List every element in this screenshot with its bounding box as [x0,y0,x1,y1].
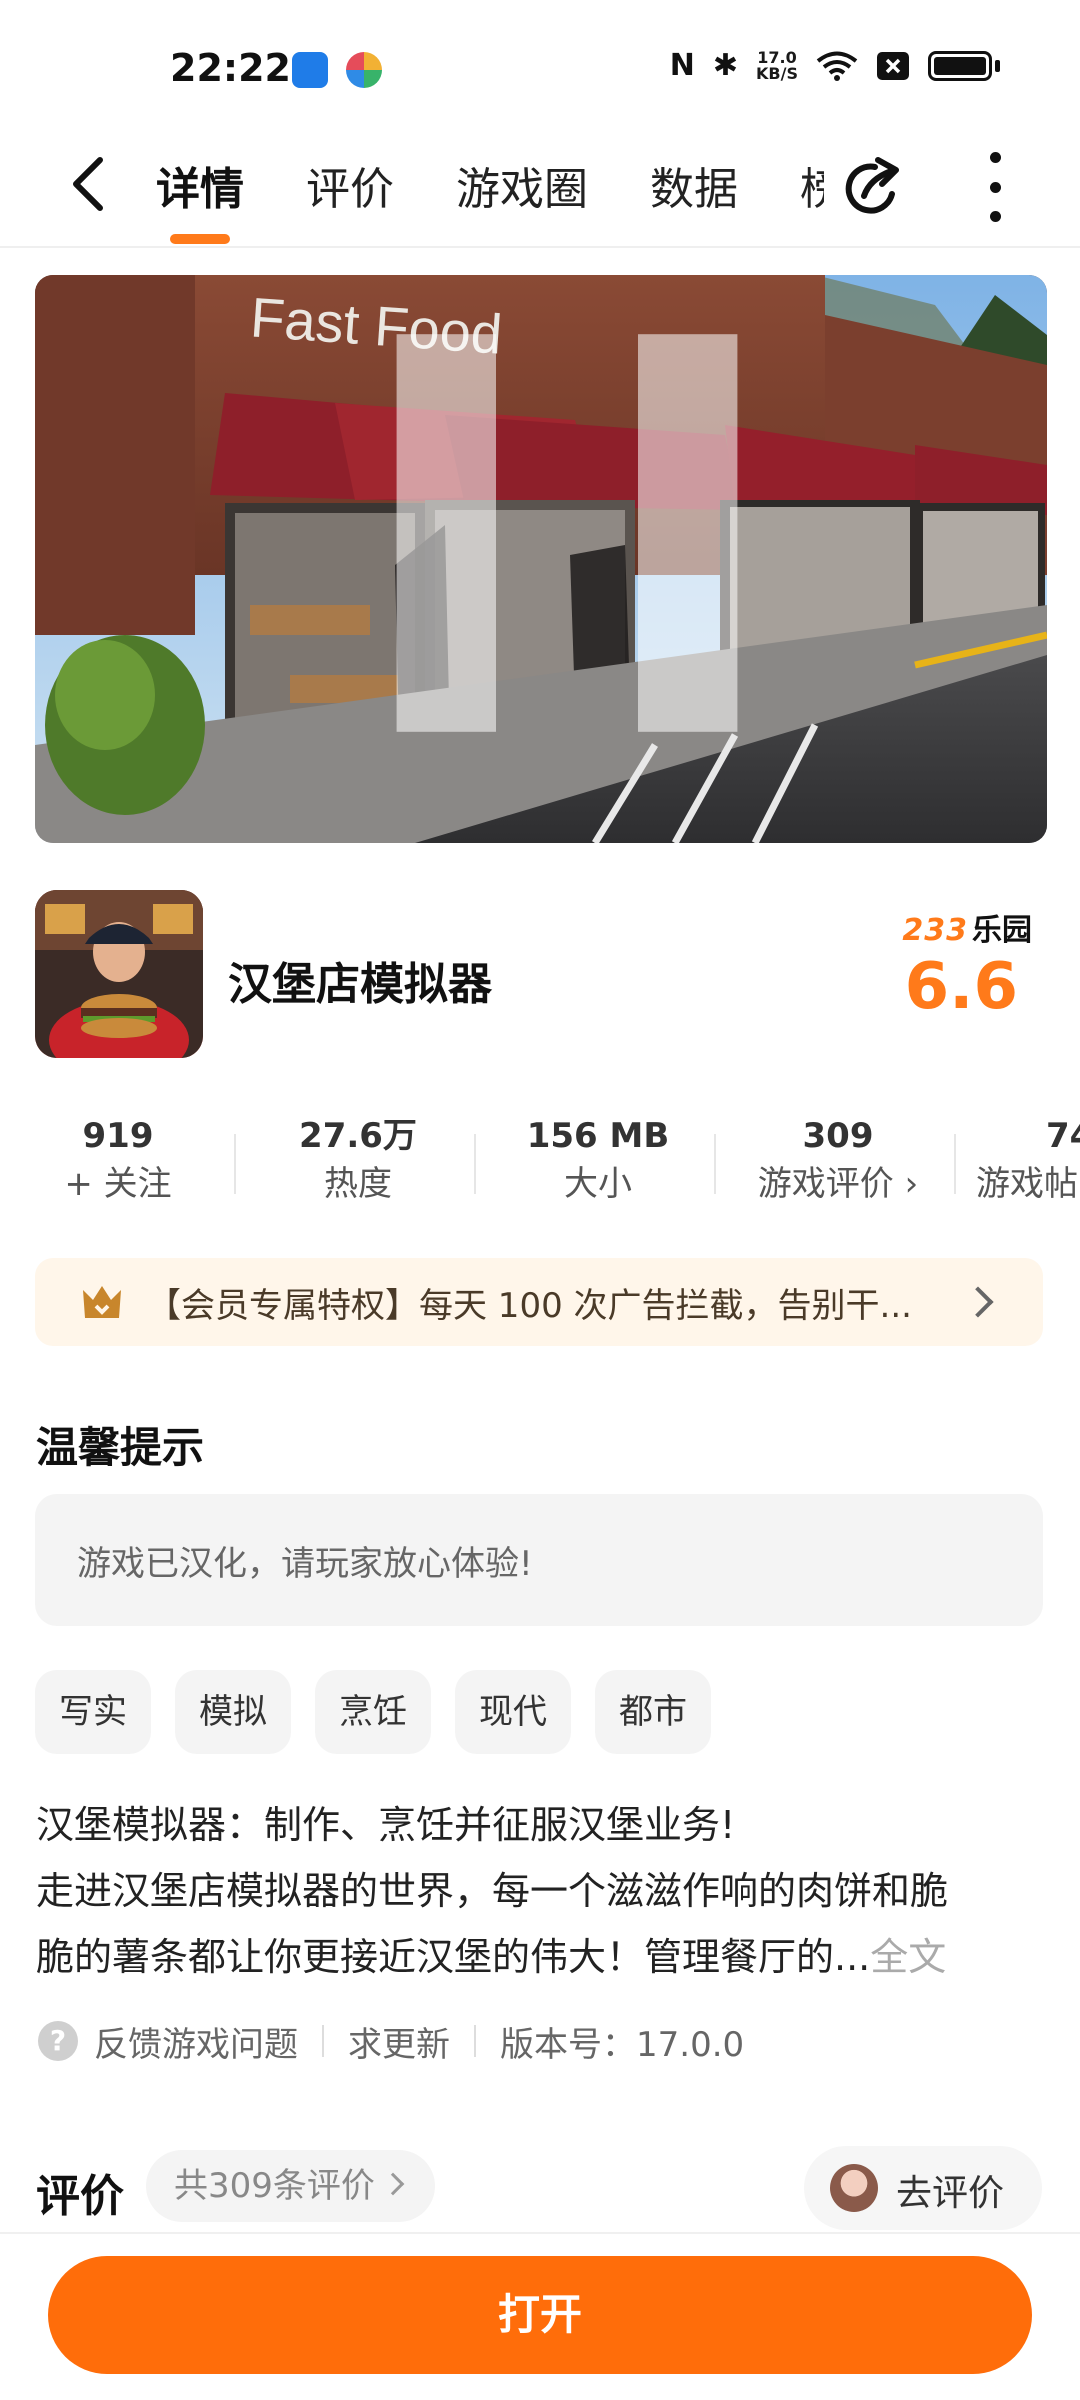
game-app-icon [35,890,203,1058]
tips-text: 游戏已汉化，请玩家放心体验! [77,1544,533,1584]
chevron-right-icon [381,2172,405,2196]
notification-app-icon [292,52,328,88]
game-score: 6.6 [904,950,1018,1024]
tab-bar: 详情 评价 游戏圈 数据 榜 [156,150,886,244]
stat-value: 74 [1046,1116,1080,1156]
tag-list: 写实 模拟 烹饪 现代 都市 [35,1670,711,1754]
stat-divider [474,1134,476,1194]
feedback-link[interactable]: 反馈游戏问题 [94,2017,298,2066]
stat-value: 309 [802,1116,874,1156]
network-speed: 17.0 KB/S [756,49,798,83]
network-speed-unit: KB/S [756,63,798,83]
stat-label: 大小 [564,1164,632,1204]
tag-urban[interactable]: 都市 [595,1670,711,1754]
description-line-last: 脆的薯条都让你更接近汉堡的伟大！管理餐厅的...全文 [36,1924,1046,1990]
share-icon[interactable] [842,156,908,222]
review-count-button[interactable]: 共309条评价 [146,2150,435,2222]
stat-reviews[interactable]: 309 游戏评价 › [738,1112,938,1208]
review-count-label: 共309条评价 [174,2166,375,2206]
back-arrow-icon[interactable] [64,154,114,214]
stat-posts[interactable]: 74 游戏帖 [976,1112,1080,1208]
meta-links: ? 反馈游戏问题 求更新 版本号：17.0.0 [38,2016,744,2066]
tag-simulation[interactable]: 模拟 [175,1670,291,1754]
game-title: 汉堡店模拟器 [228,959,492,1010]
question-icon: ? [38,2021,78,2061]
stat-popularity: 27.6万 热度 [258,1112,458,1208]
tag-cooking[interactable]: 烹饪 [315,1670,431,1754]
stat-label: 游戏评价 › [757,1164,919,1204]
fullscreen-icon[interactable] [979,275,1047,817]
stat-divider [714,1134,716,1194]
stat-label: 热度 [324,1164,392,1204]
write-review-button[interactable]: 去评价 [804,2146,1042,2230]
stat-follow[interactable]: 919 + 关注 [18,1112,218,1208]
stat-value: 156 MB [526,1116,670,1156]
tips-box: 游戏已汉化，请玩家放心体验! [35,1494,1043,1626]
stat-value: 919 [82,1116,154,1156]
notification-app-icon-2 [346,52,382,88]
vip-crown-icon [83,1286,121,1318]
stat-label: + 关注 [64,1164,172,1204]
description-line: 走进汉堡店模拟器的世界，每一个滋滋作响的肉饼和脆 [36,1869,949,1913]
stats-row: 919 + 关注 27.6万 热度 156 MB 大小 309 游戏评价 › 7… [0,1112,1080,1212]
meta-divider [474,2025,476,2057]
top-nav: 详情 评价 游戏圈 数据 榜 [0,130,1080,248]
wifi-icon [816,51,858,81]
version-label: 版本号：17.0.0 [500,2024,745,2065]
brand-text: 乐园 [972,913,1032,948]
stat-divider [234,1134,236,1194]
open-game-button[interactable]: 打开 [48,2256,1032,2374]
more-menu-icon[interactable] [988,152,1002,222]
tips-title: 温馨提示 [36,1423,205,1472]
tab-details[interactable]: 详情 [156,150,244,244]
brand-logo: 233 乐园 [902,905,1032,949]
vip-banner-text: 【会员专属特权】每天 100 次广告拦截，告别干... [147,1286,912,1326]
status-bar: 22:22 N ✱ 17.0 KB/S [0,0,1080,130]
tab-rank[interactable]: 榜 [800,150,824,230]
battery-icon [928,50,992,81]
status-time: 22:22 [170,46,291,90]
stat-divider [954,1134,956,1194]
stat-label: 游戏帖 [976,1164,1078,1204]
request-update-link[interactable]: 求更新 [348,2017,450,2066]
description-line: 汉堡模拟器：制作、烹饪并征服汉堡业务! [36,1803,736,1847]
tag-realistic[interactable]: 写实 [35,1670,151,1754]
game-screenshot[interactable]: Fast Food [35,275,1047,843]
write-review-label: 去评价 [896,2173,1005,2214]
tag-modern[interactable]: 现代 [455,1670,571,1754]
vip-banner[interactable]: 【会员专属特权】每天 100 次广告拦截，告别干... [35,1258,1043,1346]
tab-game-circle[interactable]: 游戏圈 [456,150,588,230]
read-more-link[interactable]: 全文 [870,1935,946,1979]
nfc-icon: N [669,48,695,83]
bluetooth-icon: ✱ [712,48,739,83]
sim-off-icon [877,51,909,80]
stat-size: 156 MB 大小 [498,1112,698,1208]
meta-divider [322,2025,324,2057]
game-description: 汉堡模拟器：制作、烹饪并征服汉堡业务! 走进汉堡店模拟器的世界，每一个滋滋作响的… [36,1792,1046,1990]
stat-value: 27.6万 [299,1116,417,1156]
tab-reviews[interactable]: 评价 [306,150,394,230]
description-line: 脆的薯条都让你更接近汉堡的伟大！管理餐厅的... [36,1935,871,1979]
chevron-right-icon [962,1286,994,1318]
pause-icon[interactable] [61,275,1047,817]
bottom-action-bar: 打开 [0,2232,1080,2400]
user-avatar [830,2164,878,2212]
tab-data[interactable]: 数据 [650,150,738,230]
brand-number: 233 [902,913,968,948]
review-section-title: 评价 [36,2171,124,2222]
battery-tip [995,59,1000,72]
